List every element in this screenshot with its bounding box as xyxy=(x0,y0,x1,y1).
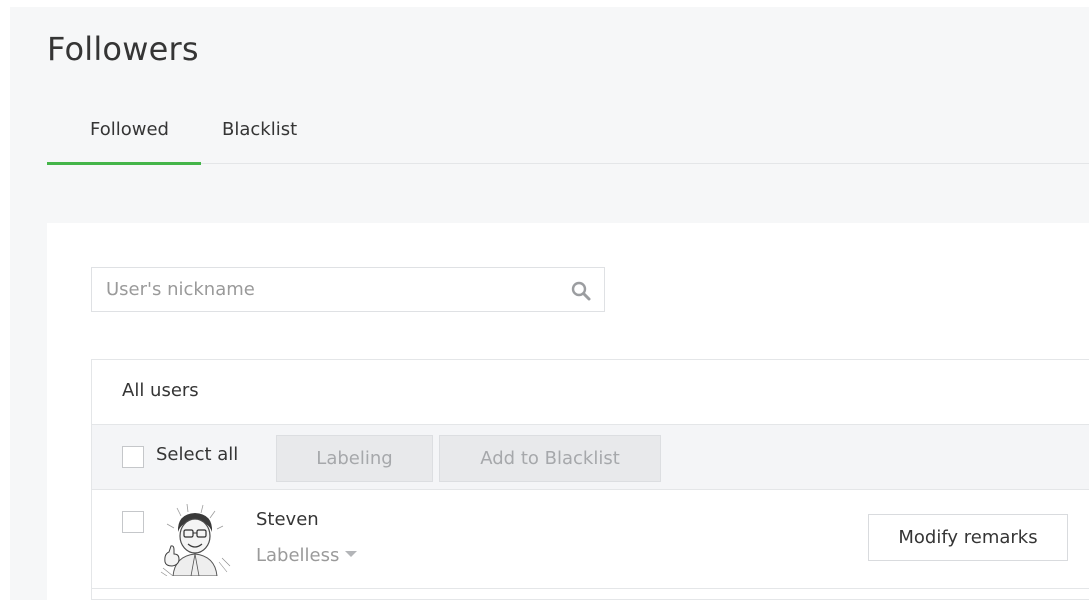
chevron-down-icon xyxy=(345,551,358,557)
add-to-blacklist-button[interactable]: Add to Blacklist xyxy=(439,435,661,482)
table-row: Steven Labelless Modify remarks xyxy=(92,490,1089,589)
main-panel: All users Select all Labeling Add to Bla… xyxy=(47,223,1089,600)
search-box xyxy=(91,267,605,312)
active-tab-indicator xyxy=(47,162,201,165)
table-header: All users xyxy=(92,360,1089,424)
bulk-action-toolbar: Select all Labeling Add to Blacklist xyxy=(92,424,1089,490)
labeling-button[interactable]: Labeling xyxy=(276,435,433,482)
row-checkbox[interactable] xyxy=(122,511,144,533)
user-table: All users Select all Labeling Add to Bla… xyxy=(91,359,1089,600)
tab-followed[interactable]: Followed xyxy=(47,113,201,165)
search-icon[interactable] xyxy=(570,280,592,302)
label-dropdown[interactable]: Labelless xyxy=(256,545,358,566)
top-edge xyxy=(0,0,1089,7)
page-title: Followers xyxy=(47,30,199,68)
tab-followed-label: Followed xyxy=(90,119,169,140)
user-name[interactable]: Steven xyxy=(256,509,319,530)
select-all-checkbox[interactable] xyxy=(122,446,144,468)
tab-blacklist[interactable]: Blacklist xyxy=(222,113,297,163)
modify-remarks-button[interactable]: Modify remarks xyxy=(868,514,1068,561)
avatar xyxy=(159,502,231,577)
select-all-label[interactable]: Select all xyxy=(156,444,238,465)
table-header-label: All users xyxy=(122,380,199,401)
left-edge xyxy=(0,0,10,600)
tab-bar: Followed Blacklist xyxy=(47,113,1089,165)
tab-blacklist-label: Blacklist xyxy=(222,119,298,140)
label-dropdown-value: Labelless xyxy=(256,545,340,566)
search-input[interactable] xyxy=(92,268,562,311)
